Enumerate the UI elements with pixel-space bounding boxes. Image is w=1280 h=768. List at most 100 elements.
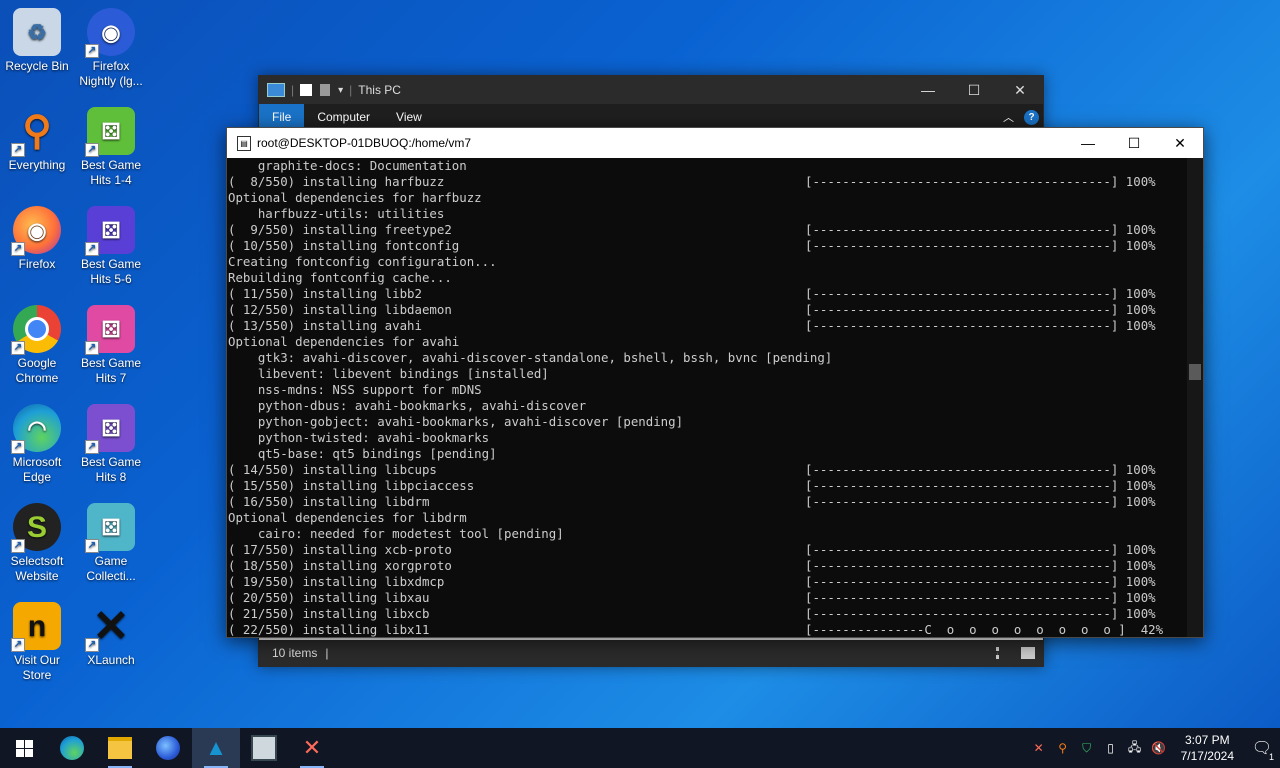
terminal-line: ( 20/550) installing libxau [------------… [227, 590, 1187, 606]
properties-icon[interactable] [300, 84, 313, 96]
terminal-output[interactable]: graphite-docs: Documentation( 8/550) ins… [227, 158, 1187, 637]
terminal-line: harfbuzz-utils: utilities [227, 206, 1187, 222]
network-icon[interactable]: 🖧 [1123, 738, 1147, 759]
minimize-button[interactable]: — [1065, 128, 1111, 158]
desktop-icon-everything[interactable]: ⚲ ↗ Everything [0, 107, 74, 173]
volume-muted-icon[interactable]: 🔇 [1147, 741, 1171, 755]
terminal-line: ( 13/550) installing avahi [-------------… [227, 318, 1187, 334]
terminal-line-text: ( 13/550) installing avahi [228, 318, 422, 333]
terminal-line: python-gobject: avahi-bookmarks, avahi-d… [227, 414, 1187, 430]
desktop-icon-label: Google Chrome [15, 356, 59, 385]
desktop-icon-selectsoft-website[interactable]: S ↗ Selectsoft Website [0, 503, 74, 584]
terminal-line: ( 17/550) installing xcb-proto [---------… [227, 542, 1187, 558]
desktop-icon-xlaunch[interactable]: ✕ ↗ XLaunch [74, 602, 148, 668]
terminal-app-icon: ▤ [237, 135, 251, 151]
selectsoft-icon: S ↗ [11, 503, 61, 553]
terminal-line-text: ( 16/550) installing libdrm [228, 494, 430, 509]
dice-icon: ⚄ ↗ [85, 107, 135, 157]
explorer-titlebar[interactable]: | ▾ | This PC — ☐ ✕ [259, 76, 1043, 104]
progress-bar-text: [---------------------------------------… [805, 606, 1156, 621]
close-button[interactable]: ✕ [997, 76, 1043, 104]
scrollbar-thumb[interactable] [1189, 364, 1201, 380]
taskbar-firefox-nightly[interactable] [144, 728, 192, 768]
windows-logo-icon [15, 739, 33, 757]
taskbar-file-explorer[interactable] [96, 728, 144, 768]
xserver-tray-icon[interactable]: ✕ [1027, 741, 1051, 755]
firefox-icon: ◉ ↗ [11, 206, 61, 256]
details-view-icon[interactable] [996, 647, 1013, 659]
terminal-line: nss-mdns: NSS support for mDNS [227, 382, 1187, 398]
help-icon[interactable]: ? [1024, 109, 1039, 125]
terminal-window[interactable]: ▤ root@DESKTOP-01DBUOQ:/home/vm7 — ☐ ✕ g… [226, 127, 1204, 638]
close-button[interactable]: ✕ [1157, 128, 1203, 158]
terminal-line-text: libevent: libevent bindings [installed] [228, 366, 549, 381]
maximize-button[interactable]: ☐ [1111, 128, 1157, 158]
terminal-line: ( 12/550) installing libdaemon [---------… [227, 302, 1187, 318]
desktop-icon-best-game-hits-7[interactable]: ⚄ ↗ Best Game Hits 7 [74, 305, 148, 386]
terminal-line: ( 9/550) installing freetype2 [----------… [227, 222, 1187, 238]
terminal-line-text: cairo: needed for modetest tool [pending… [228, 526, 564, 541]
chrome-icon: ↗ [11, 305, 61, 355]
taskbar-xlaunch[interactable]: ✕ [288, 728, 336, 768]
taskbar-edge[interactable] [48, 728, 96, 768]
terminal-line: ( 16/550) installing libdrm [------------… [227, 494, 1187, 510]
terminal-line-text: ( 21/550) installing libxcb [228, 606, 430, 621]
terminal-line-text: qt5-base: qt5 bindings [pending] [228, 446, 497, 461]
desktop-icon-best-game-hits-8[interactable]: ⚄ ↗ Best Game Hits 8 [74, 404, 148, 485]
status-separator: | [325, 646, 329, 660]
terminal-line-text: ( 8/550) installing harfbuzz [228, 174, 445, 189]
terminal-line: ( 18/550) installing xorgproto [---------… [227, 558, 1187, 574]
terminal-line-text: python-twisted: avahi-bookmarks [228, 430, 490, 445]
system-tray: ✕ ⚲ ⛉ ▯ 🖧 🔇 3:07 PM 7/17/2024 🗨 1 [1027, 728, 1280, 768]
terminal-line-text: ( 19/550) installing libxdmcp [228, 574, 445, 589]
desktop-icon-visit-our-store[interactable]: n ↗ Visit Our Store [0, 602, 74, 683]
minimize-button[interactable]: — [905, 76, 951, 104]
desktop-icon-game-collection[interactable]: ⚄ ↗ Game Collecti... [74, 503, 148, 584]
usb-device-icon[interactable]: ▯ [1099, 741, 1123, 755]
terminal-scrollbar[interactable] [1187, 158, 1203, 637]
desktop-icon-label: Best Game Hits 1-4 [80, 158, 142, 187]
large-icons-view-icon[interactable] [1021, 647, 1035, 659]
firefox-nightly-icon: ◉ ↗ [85, 8, 135, 58]
notification-count: 1 [1268, 752, 1274, 762]
desktop-icon-label: Game Collecti... [86, 554, 136, 583]
desktop-icon-label: Best Game Hits 7 [80, 356, 142, 385]
desktop-icon-recycle-bin[interactable]: ♻ Recycle Bin [0, 8, 74, 74]
terminal-line: Optional dependencies for harfbuzz [227, 190, 1187, 206]
everything-tray-icon[interactable]: ⚲ [1051, 741, 1075, 755]
terminal-line: ( 10/550) installing fontconfig [--------… [227, 238, 1187, 254]
terminal-line-text: Rebuilding fontconfig cache... [228, 270, 452, 285]
everything-search-icon: ⚲ ↗ [11, 107, 61, 157]
terminal-line: ( 21/550) installing libxcb [------------… [227, 606, 1187, 622]
start-button[interactable] [0, 728, 48, 768]
desktop-icon-google-chrome[interactable]: ↗ Google Chrome [0, 305, 74, 386]
xlaunch-icon: ✕ [302, 735, 322, 760]
desktop-icon-firefox-nightly[interactable]: ◉ ↗ Firefox Nightly (lg... [74, 8, 148, 89]
terminal-line-text: Optional dependencies for avahi [228, 334, 460, 349]
desktop-icon-label: Microsoft Edge [12, 455, 62, 484]
clock[interactable]: 3:07 PM 7/17/2024 [1171, 732, 1244, 764]
desktop-icon-best-game-hits-1-4[interactable]: ⚄ ↗ Best Game Hits 1-4 [74, 107, 148, 188]
desktop-icon-firefox[interactable]: ◉ ↗ Firefox [0, 206, 74, 272]
terminal-line: ( 14/550) installing libcups [-----------… [227, 462, 1187, 478]
desktop-icon-microsoft-edge[interactable]: ◠ ↗ Microsoft Edge [0, 404, 74, 485]
maximize-button[interactable]: ☐ [951, 76, 997, 104]
ribbon-collapse-icon[interactable]: ︿ [1003, 109, 1014, 125]
taskbar-installer[interactable] [240, 728, 288, 768]
notification-center-button[interactable]: 🗨 1 [1244, 728, 1280, 768]
security-shield-icon[interactable]: ⛉ [1075, 741, 1099, 756]
terminal-line-text: python-gobject: avahi-bookmarks, avahi-d… [228, 414, 684, 429]
new-folder-icon[interactable] [320, 84, 331, 96]
terminal-line-text: ( 14/550) installing libcups [228, 462, 437, 477]
progress-bar-text: [---------------------------------------… [805, 478, 1156, 493]
desktop-icon-best-game-hits-5-6[interactable]: ⚄ ↗ Best Game Hits 5-6 [74, 206, 148, 287]
terminal-line: ( 22/550) installing libx11 [------------… [227, 622, 1187, 637]
terminal-titlebar[interactable]: ▤ root@DESKTOP-01DBUOQ:/home/vm7 — ☐ ✕ [227, 128, 1203, 158]
terminal-line: Optional dependencies for libdrm [227, 510, 1187, 526]
desktop-icon-label: Everything [8, 158, 66, 172]
quick-access-dropdown-icon[interactable]: ▾ [338, 85, 343, 96]
terminal-line: python-dbus: avahi-bookmarks, avahi-disc… [227, 398, 1187, 414]
taskbar-terminal[interactable]: ▲ [192, 728, 240, 768]
terminal-line: ( 15/550) installing libpciaccess [------… [227, 478, 1187, 494]
dice-icon: ⚄ ↗ [85, 305, 135, 355]
